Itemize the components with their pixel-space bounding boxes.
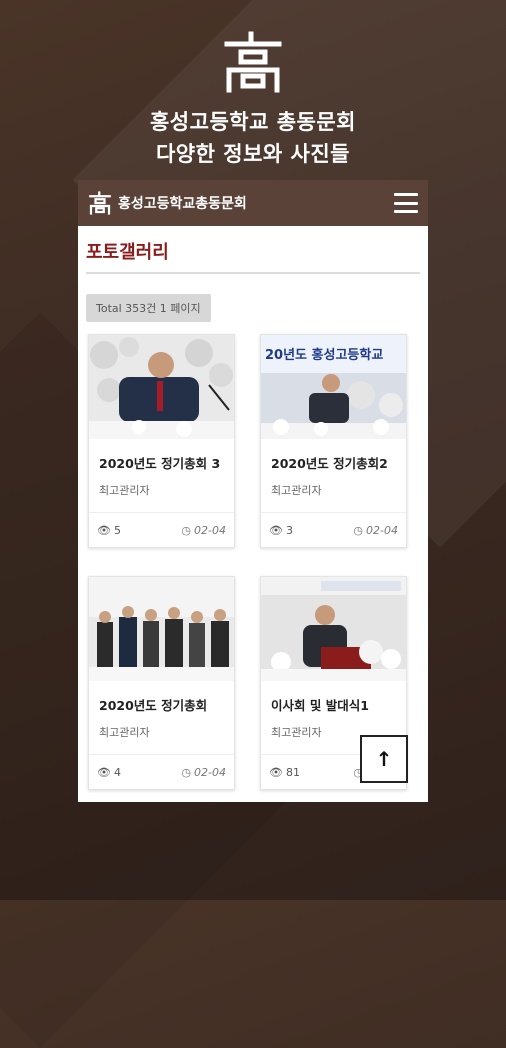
clock-icon: ◷ [181,523,192,537]
view-count: 👁 3 [269,523,293,537]
hero-section: 홍성고등학교 총동문회 다양한 정보와 사진들 [0,0,506,170]
page-title: 포토갤러리 [86,242,169,263]
hero-headline-1: 홍성고등학교 총동문회 [149,110,356,134]
photo-thumbnail[interactable] [261,577,406,681]
post-date: ◷ 02-04 [353,523,398,537]
arrow-up-icon: ↑ [375,747,393,771]
card-title[interactable]: 이사회 및 발대식1 [261,681,406,714]
photo-thumbnail[interactable]: 20년도 홍성고등학교 [261,335,406,439]
banner-text: 20년도 홍성고등학교 [265,347,383,363]
card-author: 최고관리자 [271,484,322,497]
eye-icon: 👁 [269,765,283,779]
gallery-card[interactable]: 2020년도 정기총회 최고관리자 👁 4 ◷ 02-04 [88,576,235,790]
card-title[interactable]: 2020년도 정기총회2 [261,439,406,472]
app-title[interactable]: 홍성고등학교총동문회 [118,193,394,213]
card-meta: 👁 3 ◷ 02-04 [261,512,406,547]
view-count: 👁 81 [269,765,300,779]
app-bar: 홍성고등학교총동문회 [78,180,428,226]
clock-icon: ◷ [181,765,192,779]
eye-icon: 👁 [97,765,111,779]
divider [86,272,420,274]
photo-thumbnail[interactable] [89,577,234,681]
card-meta: 👁 5 ◷ 02-04 [89,512,234,547]
scroll-to-top-button[interactable]: ↑ [360,735,408,783]
school-logo-icon [224,31,282,93]
gallery-card[interactable]: 20년도 홍성고등학교 2020년도 정기총회2 최고관리자 👁 3 ◷ 02-04 [260,334,407,548]
card-title[interactable]: 2020년도 정기총회 [89,681,234,714]
hero-headline-2: 다양한 정보와 사진들 [155,142,350,166]
gallery-card[interactable]: 2020년도 정기총회 3 최고관리자 👁 5 ◷ 02-04 [88,334,235,548]
post-date: ◷ 02-04 [181,523,226,537]
card-title[interactable]: 2020년도 정기총회 3 [89,439,234,472]
eye-icon: 👁 [97,523,111,537]
school-logo-icon[interactable] [88,191,112,215]
hamburger-menu-icon[interactable] [394,193,418,213]
post-date: ◷ 02-04 [181,765,226,779]
clock-icon: ◷ [353,523,364,537]
photo-thumbnail[interactable] [89,335,234,439]
eye-icon: 👁 [269,523,283,537]
card-meta: 👁 4 ◷ 02-04 [89,754,234,789]
view-count: 👁 5 [97,523,121,537]
view-count: 👁 4 [97,765,121,779]
card-author: 최고관리자 [99,726,150,739]
card-author: 최고관리자 [99,484,150,497]
phone-screen: 홍성고등학교총동문회 포토갤러리 Total 353건 1 페이지 2020년도… [78,180,428,802]
total-count-badge: Total 353건 1 페이지 [86,294,211,322]
